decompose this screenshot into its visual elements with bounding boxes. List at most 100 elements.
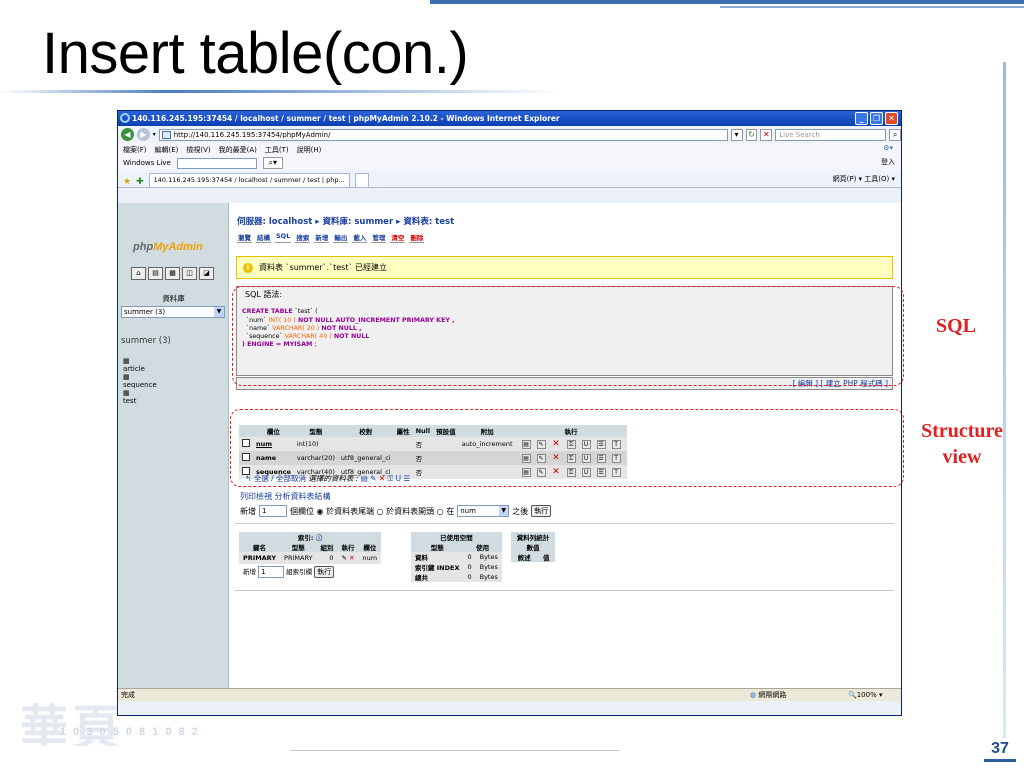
tab-browse[interactable]: 瀏覽 — [237, 232, 252, 243]
index-row: PRIMARY PRIMARY 0 ✎ ✕ num — [239, 552, 382, 564]
help-icon[interactable]: ⓘ — [316, 534, 323, 542]
menu-favorites[interactable]: 我的最愛(A) — [219, 145, 257, 155]
bottom-line — [290, 750, 620, 751]
index-count-input[interactable]: 1 — [258, 566, 285, 578]
structure-highlight — [230, 409, 904, 487]
after-label: 之後 — [512, 506, 529, 516]
row-stats-col-value: 值 — [537, 552, 555, 562]
refresh-icon[interactable]: ↻ — [745, 128, 758, 141]
internet-zone: ◍ 網際網路 — [750, 691, 787, 699]
breadcrumb[interactable]: 伺服器: localhost ▸ 資料庫: summer ▸ 資料表: test — [237, 215, 454, 227]
left-pane: phpMyAdmin ⌂ ▤ ▦ ◫ ◪ 資料庫 summer (3) ▼ sum… — [118, 203, 229, 701]
windows-live-go-icon[interactable]: ⌕▾ — [262, 157, 283, 169]
top-accent-line — [430, 0, 1024, 4]
add-field-row: 新增 1 個欄位 ◉ 於資料表尾端 ○ 於資料表開頭 ○ 在 num ▼ 之後 執… — [240, 505, 552, 517]
index-col-action: 執行 — [337, 542, 359, 552]
tab-bar: ★ ✚ 140.116.245.195:37454 / localhost / … — [118, 170, 901, 188]
ie-icon — [120, 113, 130, 123]
query-icon[interactable]: ◫ — [182, 267, 197, 280]
database-select[interactable]: summer (3) ▼ — [121, 306, 225, 318]
add-field-label: 新增 — [240, 506, 256, 516]
address-dropdown-icon[interactable]: ▾ — [730, 128, 743, 141]
index-table: 索引: ⓘ 鍵名 型態 組別 執行 欄位 PRIMARY PRIMARY 0 ✎… — [239, 532, 382, 578]
windows-live-label: Windows Live — [123, 159, 171, 167]
address-input[interactable]: http://140.116.245.195:37454/phpMyAdmin/ — [158, 128, 728, 141]
slide: { "slide": { "title": "Insert table(con.… — [0, 0, 1024, 768]
add-favorites-icon[interactable]: ✚ — [136, 177, 144, 187]
tab-tools[interactable]: 網頁(P) ▾ 工具(O) ▾ — [833, 174, 895, 184]
go-button[interactable]: 執行 — [531, 505, 552, 517]
menu-help[interactable]: 說明(H) — [297, 145, 322, 155]
tab-structure[interactable]: 結構 — [256, 232, 271, 243]
tab-operations[interactable]: 管理 — [371, 232, 387, 243]
table-link-test[interactable]: ▦ test — [123, 389, 157, 405]
add-position-options[interactable]: 個欄位 ◉ 於資料表尾端 ○ 於資料表開頭 ○ 在 — [290, 506, 454, 517]
notice-text: 資料表 `summer`.`test` 已經建立 — [259, 263, 388, 272]
database-label: 資料庫 — [162, 294, 185, 303]
after-field-select[interactable]: num ▼ — [457, 505, 510, 517]
watermark-logo: 華頁 1 0 3 0 5 0 8 1 0 8 2 — [20, 702, 200, 746]
search-icon[interactable]: ⌕ — [889, 128, 901, 141]
tab-sql[interactable]: SQL — [275, 232, 292, 243]
tab-phpmyadmin[interactable]: 140.116.245.195:37454 / localhost / summ… — [148, 173, 350, 187]
tab-empty[interactable]: 清空 — [390, 232, 406, 243]
index-col-type: 型態 — [280, 542, 317, 552]
add-count-input[interactable]: 1 — [259, 505, 287, 517]
settings-icon[interactable]: ⚙▾ — [883, 144, 893, 152]
tab-insert[interactable]: 新增 — [314, 232, 330, 243]
tab-export[interactable]: 輸出 — [333, 232, 349, 243]
space-col-type: 型態 — [411, 542, 464, 552]
windows-live-search[interactable] — [176, 157, 257, 169]
new-tab[interactable] — [354, 173, 369, 187]
index-title: 索引: ⓘ — [239, 532, 382, 542]
login-link[interactable]: 登入 — [881, 157, 895, 167]
table-list: ▦ article ▦ sequence ▦ test — [123, 357, 157, 405]
window-titlebar: 140.116.245.195:37454 / localhost / summ… — [118, 111, 901, 126]
pma-tabs: 瀏覽 結構 SQL 搜索 新增 輸出 載入 管理 清空 刪除 — [237, 232, 425, 243]
table-link-sequence[interactable]: ▦ sequence — [123, 373, 157, 389]
right-frame — [1003, 62, 1006, 752]
restore-icon[interactable]: ❐ — [870, 112, 883, 125]
index-col-card: 組別 — [316, 542, 338, 552]
stop-icon[interactable]: ✕ — [760, 128, 773, 141]
menu-tools[interactable]: 工具(T) — [265, 145, 289, 155]
index-drop-icon[interactable]: ✕ — [349, 554, 354, 562]
sql-annotation: SQL — [935, 315, 977, 337]
reload-icon[interactable]: ◪ — [199, 267, 214, 280]
back-icon[interactable]: ◀ — [121, 128, 134, 141]
close-icon[interactable]: ✕ — [885, 112, 898, 125]
space-row: 資料 0 Bytes — [411, 552, 502, 562]
windows-live-bar: Windows Live ⌕▾ 登入 — [118, 156, 901, 170]
phpmyadmin-logo: phpMyAdmin — [133, 241, 203, 253]
favorites-star-icon[interactable]: ★ — [123, 177, 131, 187]
window-title: 140.116.245.195:37454 / localhost / summ… — [132, 114, 560, 123]
table-link-article[interactable]: ▦ article — [123, 357, 157, 373]
menu-file[interactable]: 檔案(F) — [123, 145, 147, 155]
database-name[interactable]: summer (3) — [121, 336, 171, 346]
index-edit-icon[interactable]: ✎ — [342, 554, 347, 562]
sql-highlight — [232, 286, 904, 386]
home-icon[interactable]: ⌂ — [131, 267, 146, 280]
minimize-icon[interactable]: _ — [855, 112, 868, 125]
index-add-row: 新增 1 組索引欄 執行 — [239, 564, 381, 578]
index-go-button[interactable]: 執行 — [314, 566, 335, 578]
sql-window-icon[interactable]: ▤ — [148, 267, 163, 280]
info-icon: i — [243, 263, 253, 273]
tab-import[interactable]: 載入 — [352, 232, 368, 243]
row-stats-table: 資料列統計數值 敘述值 — [511, 532, 555, 562]
menu-edit[interactable]: 編輯(E) — [155, 145, 179, 155]
forward-icon[interactable]: ▶ — [136, 128, 150, 141]
menu-view[interactable]: 檢視(V) — [186, 145, 210, 155]
zoom-level[interactable]: 🔍100% ▾ — [848, 689, 882, 701]
page-number: 37 — [984, 738, 1016, 762]
docs-icon[interactable]: ▦ — [165, 267, 180, 280]
divider — [235, 590, 894, 591]
print-analyze-links[interactable]: 列印檢視 分析資料表結構 — [240, 491, 331, 502]
history-dropdown-icon[interactable]: ▾ — [153, 131, 156, 138]
space-title: 已使用空間 — [411, 532, 502, 542]
slide-title: Insert table(con.) — [42, 21, 469, 86]
search-input[interactable]: Live Search — [775, 128, 887, 141]
index-col-field: 欄位 — [358, 542, 382, 552]
tab-drop[interactable]: 刪除 — [409, 232, 425, 243]
tab-search[interactable]: 搜索 — [295, 232, 311, 243]
